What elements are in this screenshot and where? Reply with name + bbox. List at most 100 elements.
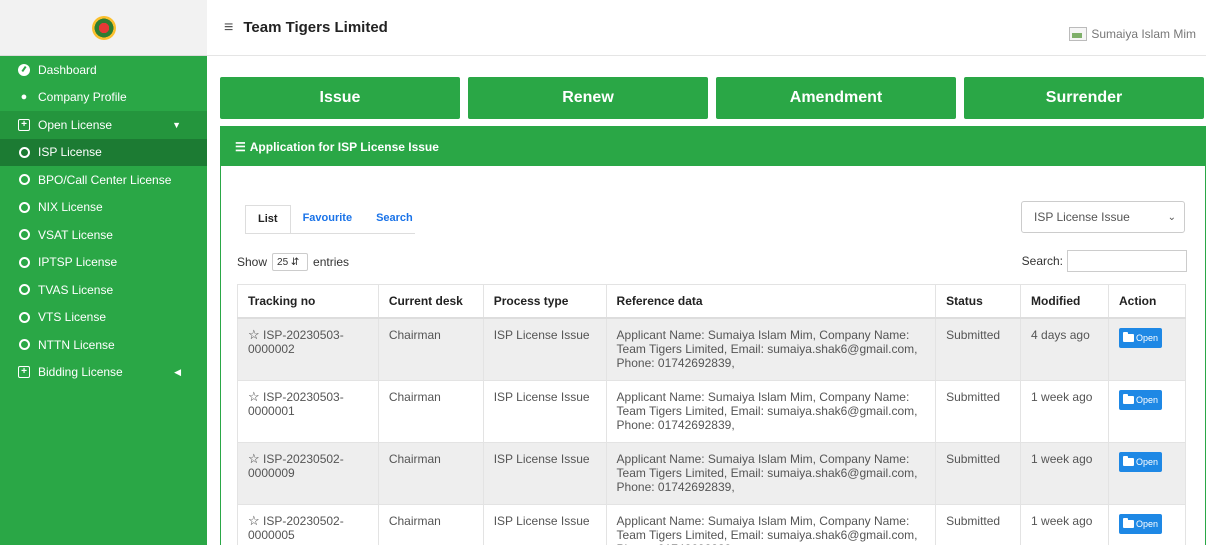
table-row: ☆ ISP-20230502-0000009 Chairman ISP Lice…: [237, 441, 1187, 505]
main-content: Issue Renew Amendment Surrender ☰ Applic…: [207, 57, 1206, 545]
col-current-desk[interactable]: Current desk: [377, 284, 484, 319]
sidebar-item-label: NTTN License: [38, 337, 115, 352]
plus-square-icon: +: [17, 118, 31, 131]
application-panel: ☰ Application for ISP License Issue List…: [220, 126, 1206, 545]
star-icon[interactable]: ☆: [248, 327, 260, 342]
col-status[interactable]: Status: [935, 284, 1022, 319]
action-cell: Open: [1107, 317, 1187, 381]
sidebar-item-label: Dashboard: [38, 62, 97, 77]
logo-area: [0, 0, 207, 56]
modified-cell: 1 week ago: [1020, 441, 1109, 505]
panel-header: ☰ Application for ISP License Issue: [221, 127, 1205, 166]
tracking-cell: ☆ ISP-20230503-0000001: [237, 379, 379, 443]
sidebar-menu: Dashboard ● Company Profile + Open Licen…: [0, 56, 207, 386]
sidebar-item-label: BPO/Call Center License: [38, 172, 172, 187]
folder-open-icon: [1122, 517, 1134, 528]
entries-control: Show 25 ⇵ entries: [237, 253, 349, 271]
sidebar-item-iptsp-license[interactable]: IPTSP License: [0, 249, 207, 277]
search-label: Search:: [1021, 254, 1063, 268]
sidebar-item-company-profile[interactable]: ● Company Profile: [0, 84, 207, 112]
tab-favourite[interactable]: Favourite: [291, 205, 365, 234]
search-input[interactable]: [1067, 250, 1187, 272]
circle-icon: [17, 146, 31, 158]
tab-search[interactable]: Search: [364, 205, 425, 234]
chevron-down-icon: ⌄: [1167, 211, 1176, 223]
action-cell: Open: [1107, 379, 1187, 443]
star-icon[interactable]: ☆: [248, 389, 260, 404]
tab-list[interactable]: List: [245, 205, 291, 234]
sidebar-item-vsat-license[interactable]: VSAT License: [0, 221, 207, 249]
reference-cell: Applicant Name: Sumaiya Islam Mim, Compa…: [605, 503, 937, 545]
sidebar-item-label: Company Profile: [38, 90, 127, 105]
sidebar-item-isp-license[interactable]: ISP License: [0, 138, 207, 166]
user-menu[interactable]: Sumaiya Islam Mim: [1069, 27, 1196, 41]
open-button[interactable]: Open: [1118, 328, 1163, 348]
circle-icon: [17, 284, 31, 296]
star-icon[interactable]: ☆: [248, 451, 260, 466]
dashboard-icon: [17, 63, 31, 76]
open-label: Open: [1135, 518, 1159, 529]
action-cell: Open: [1107, 441, 1187, 505]
sidebar-item-tvas-license[interactable]: TVAS License: [0, 276, 207, 304]
app-root: Dashboard ● Company Profile + Open Licen…: [0, 0, 1206, 545]
table-search: Search:: [1022, 250, 1187, 272]
sidebar-item-vts-license[interactable]: VTS License: [0, 304, 207, 332]
modified-cell: 1 week ago: [1020, 379, 1109, 443]
license-type-select[interactable]: ISP License Issue ⌄: [1021, 201, 1185, 233]
hamburger-menu-icon[interactable]: ≡: [224, 19, 233, 37]
desk-cell: Chairman: [377, 441, 484, 505]
col-modified[interactable]: Modified: [1020, 284, 1109, 319]
circle-icon: [17, 229, 31, 241]
company-name: Team Tigers Limited: [243, 19, 388, 36]
panel-tabs: List Favourite Search: [245, 205, 425, 234]
open-button[interactable]: Open: [1118, 389, 1163, 410]
open-button[interactable]: Open: [1118, 513, 1163, 534]
action-buttons: Issue Renew Amendment Surrender: [220, 77, 1206, 119]
user-icon: ●: [20, 91, 28, 104]
sidebar-item-open-license[interactable]: + Open License ▼: [0, 111, 207, 139]
list-icon: ☰: [235, 139, 246, 154]
col-action[interactable]: Action: [1107, 284, 1187, 319]
tracking-cell: ☆ ISP-20230502-0000009: [237, 441, 379, 505]
chevron-left-icon: ◀: [174, 366, 181, 377]
circle-icon: [17, 256, 31, 268]
open-label: Open: [1135, 333, 1159, 343]
folder-open-icon: [1122, 455, 1134, 466]
logo[interactable]: [91, 15, 116, 40]
star-icon[interactable]: ☆: [248, 513, 260, 528]
sidebar-item-label: Open License: [38, 117, 113, 132]
sidebar-item-nix-license[interactable]: NIX License: [0, 194, 207, 222]
open-label: Open: [1135, 394, 1159, 405]
applications-table: Tracking no Current desk Process type Re…: [237, 284, 1187, 545]
sidebar-item-bpo-license[interactable]: BPO/Call Center License: [0, 166, 207, 194]
select-value: ISP License Issue: [1034, 210, 1130, 224]
circle-icon: [17, 311, 31, 323]
col-tracking-no[interactable]: Tracking no: [237, 284, 379, 319]
plus-square-icon: +: [17, 366, 31, 379]
status-cell: Submitted: [935, 317, 1022, 381]
entries-select[interactable]: 25 ⇵: [272, 253, 309, 271]
sidebar-item-bidding-license[interactable]: + Bidding License ◀: [0, 359, 207, 387]
amendment-button[interactable]: Amendment: [716, 77, 956, 119]
col-reference-data[interactable]: Reference data: [605, 284, 937, 319]
circle-icon: [17, 174, 31, 186]
topbar: ≡ Team Tigers Limited Sumaiya Islam Mim: [207, 0, 1206, 56]
modified-cell: 1 week ago: [1020, 503, 1109, 545]
sidebar-item-dashboard[interactable]: Dashboard: [0, 56, 207, 84]
table-header-row: Tracking no Current desk Process type Re…: [237, 284, 1187, 319]
entries-value: 25: [277, 256, 289, 268]
tracking-cell: ☆ ISP-20230502-0000005: [237, 503, 379, 545]
entries-label: entries: [313, 255, 350, 269]
surrender-button[interactable]: Surrender: [964, 77, 1204, 119]
tracking-no: ISP-20230503-0000002: [248, 328, 344, 356]
table-row: ☆ ISP-20230503-0000001 Chairman ISP Lice…: [237, 379, 1187, 443]
col-process-type[interactable]: Process type: [482, 284, 607, 319]
sidebar-item-nttn-license[interactable]: NTTN License: [0, 331, 207, 359]
renew-button[interactable]: Renew: [468, 77, 708, 119]
process-cell: ISP License Issue: [482, 503, 607, 545]
modified-cell: 4 days ago: [1020, 317, 1109, 381]
sidebar-item-label: TVAS License: [38, 282, 114, 297]
avatar: [1069, 27, 1088, 41]
open-button[interactable]: Open: [1118, 451, 1163, 472]
issue-button[interactable]: Issue: [220, 77, 460, 119]
